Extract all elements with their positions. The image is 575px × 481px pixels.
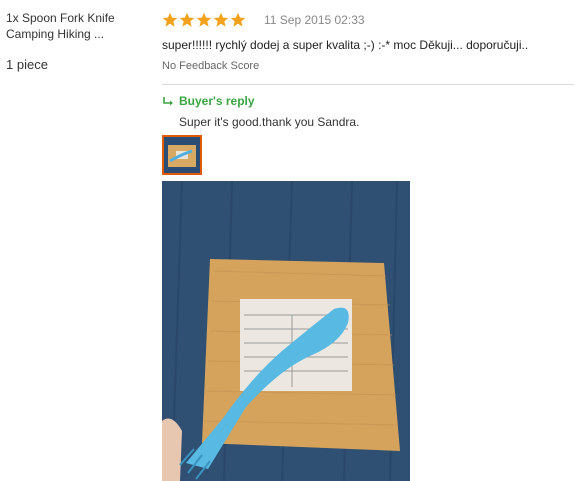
product-column: 1x Spoon Fork Knife Camping Hiking ... 1… — [6, 10, 146, 72]
reply-text: Super it's good.thank you Sandra. — [179, 115, 360, 129]
star-icon — [162, 12, 178, 27]
product-quantity: 1 piece — [6, 57, 48, 72]
star-rating — [162, 12, 246, 28]
star-icon — [196, 12, 212, 27]
photo-thumbnail[interactable] — [162, 135, 202, 175]
star-icon — [213, 12, 229, 27]
star-icon — [179, 12, 195, 27]
divider — [162, 84, 574, 85]
review-column: 11 Sep 2015 02:33 super!!!!!! rychlý dod… — [162, 10, 574, 481]
reply-arrow-icon — [163, 97, 173, 106]
buyer-reply: Buyer's reply Super it's good.thank you … — [162, 93, 574, 129]
review-text: super!!!!!! rychlý dodej a super kvalita… — [162, 38, 529, 52]
review-date: 11 Sep 2015 02:33 — [264, 13, 365, 27]
feedback-score: No Feedback Score — [162, 60, 260, 72]
reply-title: Buyer's reply — [179, 94, 255, 108]
reply-header: Buyer's reply — [162, 93, 574, 109]
review-photo[interactable] — [162, 181, 410, 481]
star-icon — [230, 12, 246, 27]
product-title-link[interactable]: 1x Spoon Fork Knife Camping Hiking ... — [6, 10, 146, 42]
review-header: 11 Sep 2015 02:33 — [162, 10, 574, 30]
